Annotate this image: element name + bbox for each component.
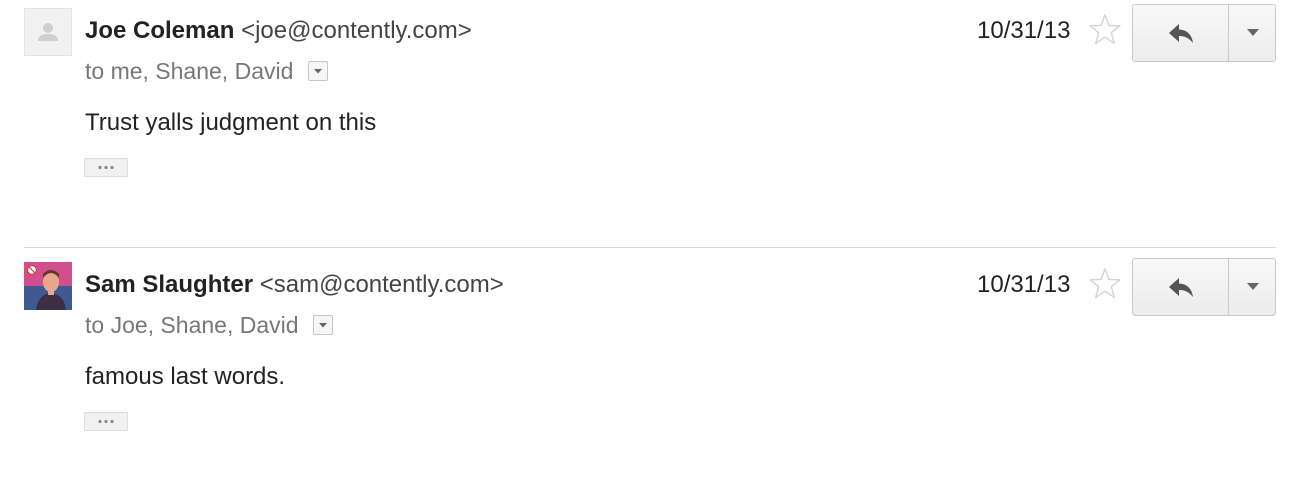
- star-outline-icon: [1089, 14, 1121, 45]
- show-trimmed-content-button[interactable]: [84, 158, 128, 177]
- recipients-line: to me, Shane, David: [85, 56, 328, 86]
- message-body: famous last words.: [85, 363, 286, 390]
- sender-name[interactable]: Sam Slaughter: [85, 271, 253, 298]
- ellipsis-icon: [98, 165, 114, 170]
- reply-button[interactable]: [1132, 258, 1229, 316]
- recipients-text: to me, Shane, David: [85, 58, 294, 84]
- recipients-line: to Joe, Shane, David: [85, 310, 333, 340]
- reply-button[interactable]: [1132, 4, 1229, 62]
- star-button[interactable]: [1087, 12, 1123, 48]
- sender-email: <sam@contently.com>: [259, 271, 504, 298]
- sender-name[interactable]: Joe Coleman: [85, 17, 234, 44]
- caret-down-icon: [1247, 29, 1259, 36]
- more-actions-button[interactable]: [1228, 4, 1276, 62]
- ellipsis-icon: [98, 419, 114, 424]
- message-date: 10/31/13: [977, 17, 1071, 44]
- show-details-button[interactable]: [312, 314, 333, 335]
- message-sender: Sam Slaughter <sam@contently.com>: [85, 270, 504, 300]
- show-details-button[interactable]: [307, 60, 328, 81]
- default-person-icon: [38, 23, 58, 41]
- message-date: 10/31/13: [977, 271, 1071, 298]
- star-outline-icon: [1089, 268, 1121, 299]
- reply-arrow-icon: [1169, 278, 1193, 297]
- avatar[interactable]: [24, 8, 72, 56]
- caret-down-icon: [313, 68, 322, 74]
- profile-photo: [24, 262, 72, 310]
- avatar[interactable]: [24, 262, 72, 310]
- email-message: Joe Coleman <joe@contently.com> to me, S…: [0, 0, 1298, 240]
- caret-down-icon: [1247, 283, 1259, 290]
- sender-email: <joe@contently.com>: [241, 17, 472, 44]
- reply-arrow-icon: [1169, 24, 1193, 43]
- message-divider: [24, 247, 1276, 248]
- caret-down-icon: [318, 322, 327, 328]
- star-button[interactable]: [1087, 266, 1123, 302]
- message-sender: Joe Coleman <joe@contently.com>: [85, 16, 472, 46]
- recipients-text: to Joe, Shane, David: [85, 312, 299, 338]
- reply-button-group: [1132, 4, 1276, 62]
- more-actions-button[interactable]: [1228, 258, 1276, 316]
- email-message: Sam Slaughter <sam@contently.com> to Joe…: [0, 254, 1298, 494]
- message-body: Trust yalls judgment on this: [85, 109, 377, 136]
- show-trimmed-content-button[interactable]: [84, 412, 128, 431]
- reply-button-group: [1132, 258, 1276, 316]
